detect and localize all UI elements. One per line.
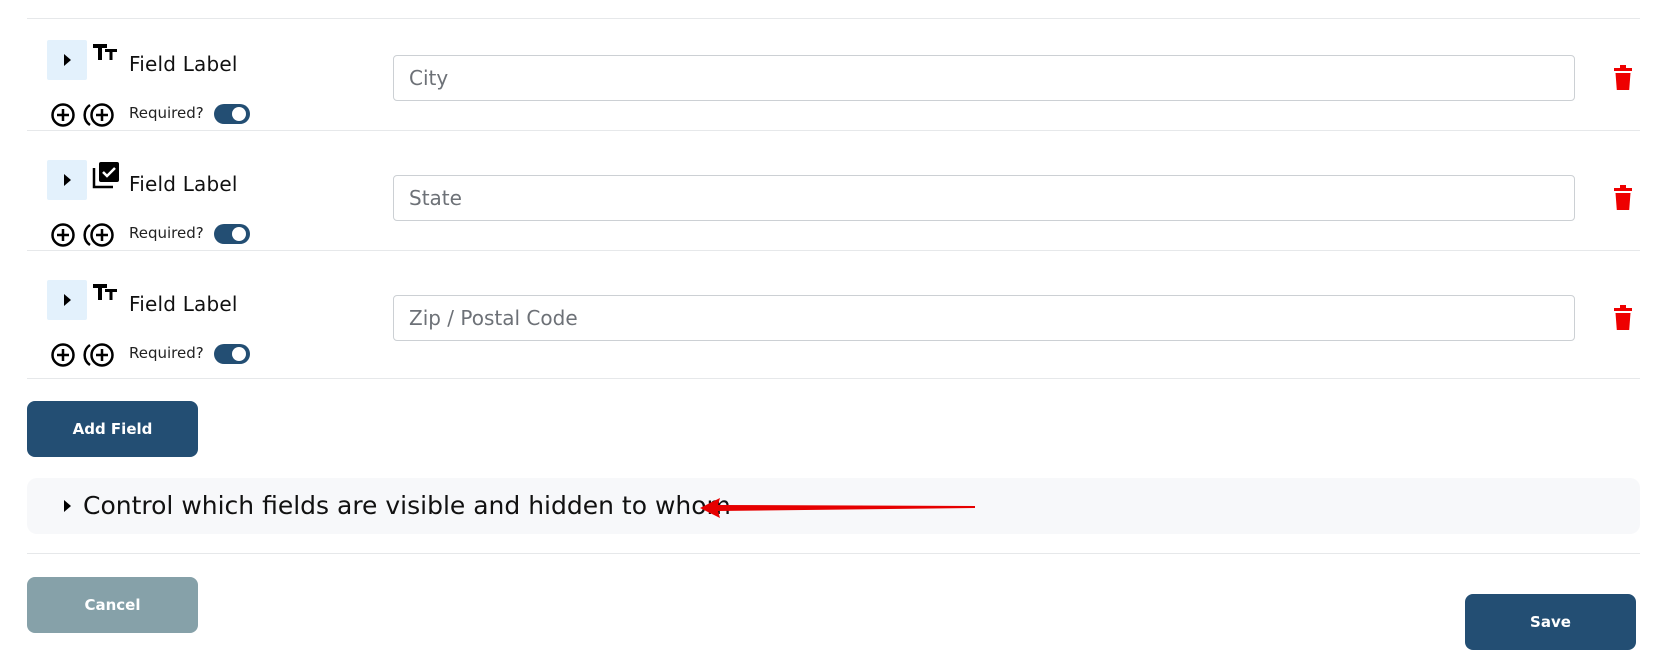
required-label: Required? bbox=[129, 104, 204, 122]
field-row-city: Field Label Required? bbox=[27, 18, 1640, 138]
field-row-zip: Field Label Required? bbox=[27, 258, 1640, 378]
add-field-below-icon[interactable] bbox=[50, 342, 76, 368]
delete-field-trash-icon[interactable] bbox=[1613, 65, 1633, 91]
add-nested-field-icon[interactable] bbox=[82, 102, 116, 128]
field-label[interactable]: Field Label bbox=[129, 172, 238, 196]
add-field-button[interactable]: Add Field bbox=[27, 401, 198, 457]
field-visibility-toggle-label[interactable]: Control which fields are visible and hid… bbox=[83, 491, 731, 520]
divider bbox=[27, 553, 1640, 554]
cancel-button[interactable]: Cancel bbox=[27, 577, 198, 633]
field-label[interactable]: Field Label bbox=[129, 52, 238, 76]
expand-field-button[interactable] bbox=[47, 40, 87, 80]
text-type-icon bbox=[93, 284, 117, 300]
add-nested-field-icon[interactable] bbox=[82, 342, 116, 368]
delete-field-trash-icon[interactable] bbox=[1613, 305, 1633, 331]
annotation-arrow-icon bbox=[700, 498, 975, 518]
field-input-state[interactable] bbox=[393, 175, 1575, 221]
checkbox-type-icon bbox=[92, 162, 119, 189]
save-button[interactable]: Save bbox=[1465, 594, 1636, 650]
required-label: Required? bbox=[129, 224, 204, 242]
toggle-knob bbox=[232, 347, 246, 361]
required-label: Required? bbox=[129, 344, 204, 362]
toggle-knob bbox=[232, 227, 246, 241]
caret-right-icon bbox=[63, 174, 71, 186]
add-field-below-icon[interactable] bbox=[50, 102, 76, 128]
field-label[interactable]: Field Label bbox=[129, 292, 238, 316]
divider bbox=[27, 130, 1640, 131]
delete-field-trash-icon[interactable] bbox=[1613, 185, 1633, 211]
expand-field-button[interactable] bbox=[47, 280, 87, 320]
field-input-zip[interactable] bbox=[393, 295, 1575, 341]
required-toggle[interactable] bbox=[214, 104, 250, 124]
caret-right-icon bbox=[64, 500, 71, 512]
divider bbox=[27, 250, 1640, 251]
toggle-knob bbox=[232, 107, 246, 121]
add-nested-field-icon[interactable] bbox=[82, 222, 116, 248]
text-type-icon bbox=[93, 44, 117, 60]
field-input-city[interactable] bbox=[393, 55, 1575, 101]
caret-right-icon bbox=[63, 294, 71, 306]
required-toggle[interactable] bbox=[214, 344, 250, 364]
caret-right-icon bbox=[63, 54, 71, 66]
required-toggle[interactable] bbox=[214, 224, 250, 244]
field-row-state: Field Label Required? bbox=[27, 138, 1640, 258]
divider bbox=[27, 378, 1640, 379]
add-field-below-icon[interactable] bbox=[50, 222, 76, 248]
expand-field-button[interactable] bbox=[47, 160, 87, 200]
